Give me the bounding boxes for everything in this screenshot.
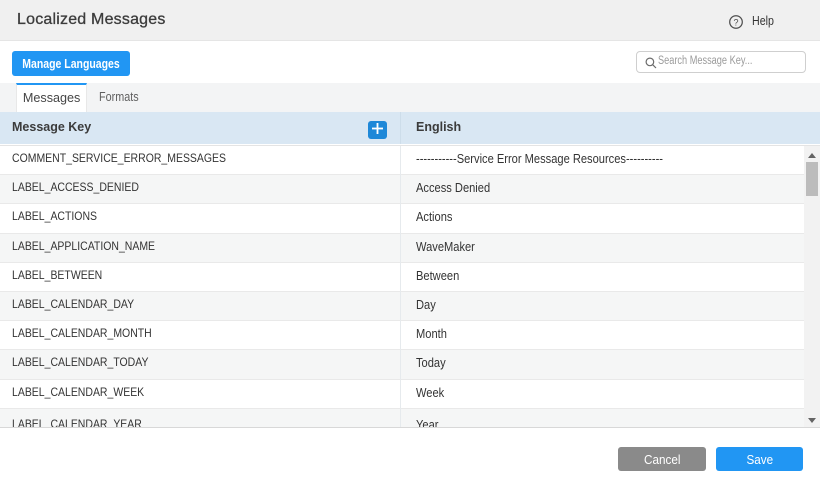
svg-text:?: ?	[733, 17, 738, 27]
